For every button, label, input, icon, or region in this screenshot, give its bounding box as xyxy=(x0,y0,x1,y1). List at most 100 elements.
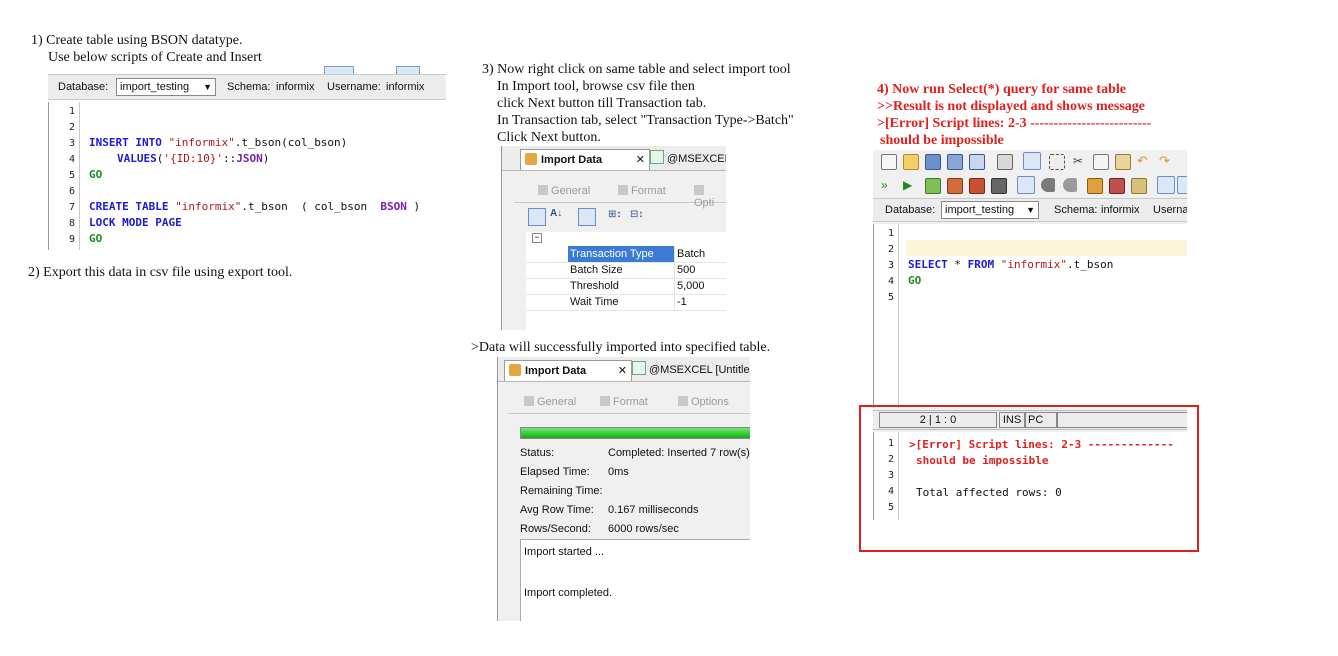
wizard-steps: General Format Opti xyxy=(514,182,726,209)
line-number: 2 xyxy=(68,122,75,133)
tab-msexcel[interactable]: @MSEXCEL | xyxy=(646,149,726,169)
next-statement-icon[interactable] xyxy=(1063,178,1077,192)
step-format[interactable]: Format xyxy=(600,396,648,408)
import-progress-bar xyxy=(520,427,750,439)
chevron-down-icon: ▼ xyxy=(1026,205,1035,215)
line-gutter: 1 2 3 4 5 xyxy=(874,432,899,520)
tab-msexcel[interactable]: @MSEXCEL [Untitled] xyxy=(628,360,750,380)
database-value: import_testing xyxy=(120,81,190,93)
database-select[interactable]: import_testing ▼ xyxy=(116,78,216,96)
step4-line-3: >[Error] Script lines: 2-3 -------------… xyxy=(877,116,1152,131)
bookmark-icon[interactable] xyxy=(1131,178,1147,194)
username-label: Username: xyxy=(327,81,381,93)
line-number: 3 xyxy=(887,470,894,481)
collapse-icon[interactable]: − xyxy=(532,233,542,243)
explain-icon[interactable] xyxy=(947,178,963,194)
connection-bar: Database: import_testing ▼ Schema: infor… xyxy=(48,74,446,100)
properties-icon[interactable] xyxy=(578,208,596,226)
step-general[interactable]: General xyxy=(524,396,576,408)
code-line-4: GO xyxy=(908,274,922,287)
print-icon[interactable] xyxy=(997,154,1013,170)
current-line-highlight xyxy=(906,240,1187,256)
code-area[interactable]: 1 2 3 4 5 6 7 8 9 INSERT INTO "informix"… xyxy=(48,102,447,250)
code-area[interactable]: 1 2 3 4 5 SELECT * FROM "informix".t_bso… xyxy=(873,224,1187,408)
property-grid: − Transaction Type Batch Batch Size 500 … xyxy=(526,232,726,330)
property-row[interactable]: Threshold 5,000 xyxy=(526,278,726,295)
line-number: 9 xyxy=(68,234,75,245)
tab-import-data[interactable]: Import Data ✕ xyxy=(520,149,650,170)
tab-label: @MSEXCEL [Untitled] xyxy=(649,364,750,376)
paste-icon[interactable] xyxy=(1115,154,1131,170)
username-value: informix xyxy=(386,81,425,93)
sql-string: '{ID:10}' xyxy=(163,152,223,165)
property-value[interactable]: -1 xyxy=(674,294,726,310)
line-number: 4 xyxy=(68,154,75,165)
options-icon xyxy=(678,396,688,406)
sort-az-icon[interactable]: A↓ xyxy=(550,208,562,219)
run-script-icon[interactable]: » xyxy=(881,178,895,192)
property-value[interactable]: 5,000 xyxy=(674,278,726,294)
step1-subtitle: Use below scripts of Create and Insert xyxy=(48,50,262,65)
collapse-all-icon[interactable]: ⊟↕ xyxy=(630,209,643,220)
line-number: 1 xyxy=(887,438,894,449)
save-icon[interactable] xyxy=(925,154,941,170)
comment-icon[interactable] xyxy=(1109,178,1125,194)
code-line-7: CREATE TABLE "informix".t_bson ( col_bso… xyxy=(89,200,420,213)
close-icon[interactable]: ✕ xyxy=(636,150,645,170)
database-select[interactable]: import_testing ▼ xyxy=(941,201,1039,219)
results-grid-icon[interactable] xyxy=(1157,176,1175,194)
close-icon[interactable]: ✕ xyxy=(618,361,627,381)
sql-editor-select: ✂ ↶ ↷ » ▶ Database: import_testing ▼ Sch… xyxy=(873,150,1187,520)
redo-icon[interactable]: ↷ xyxy=(1159,154,1173,168)
username-label: Userna xyxy=(1153,204,1187,216)
sql-text: * xyxy=(947,258,968,271)
stop-icon[interactable] xyxy=(991,178,1007,194)
open-folder-icon[interactable] xyxy=(903,154,919,170)
database-import-icon xyxy=(525,153,537,165)
schema-label: Schema: xyxy=(227,81,271,93)
property-row[interactable]: Transaction Type Batch xyxy=(526,246,726,263)
property-row[interactable]: Wait Time -1 xyxy=(526,294,726,311)
line-number: 1 xyxy=(887,228,894,239)
run-icon[interactable]: ▶ xyxy=(903,178,917,192)
tab-label: Import Data xyxy=(541,154,603,166)
undo-icon[interactable]: ↶ xyxy=(1137,154,1151,168)
explain-plan-icon[interactable] xyxy=(969,178,985,194)
line-number: 5 xyxy=(68,170,75,181)
step-options[interactable]: Options xyxy=(678,396,729,408)
select-icon[interactable] xyxy=(1049,154,1065,170)
tab-import-data[interactable]: Import Data ✕ xyxy=(504,360,632,381)
results-text-icon[interactable] xyxy=(1177,176,1187,194)
expand-all-icon[interactable]: ⊞↕ xyxy=(608,209,621,220)
page-setup-icon[interactable] xyxy=(1023,152,1041,170)
format-sql-icon[interactable] xyxy=(1087,178,1103,194)
auto-commit-icon[interactable] xyxy=(1017,176,1035,194)
save-as-icon[interactable] xyxy=(947,154,963,170)
line-number: 8 xyxy=(68,218,75,229)
categorized-icon[interactable] xyxy=(528,208,546,226)
connection-bar: Database: import_testing ▼ Schema: infor… xyxy=(873,198,1187,222)
output-affected-rows: Total affected rows: 0 xyxy=(916,486,1062,499)
step-label: Format xyxy=(631,185,666,197)
cut-icon[interactable]: ✂ xyxy=(1071,154,1085,168)
log-line: Import started ... xyxy=(524,546,605,558)
step-general[interactable]: General xyxy=(538,185,590,197)
run-current-icon[interactable] xyxy=(925,178,941,194)
stat-label-rows-second: Rows/Second: xyxy=(520,523,591,535)
property-value[interactable]: Batch xyxy=(674,246,726,262)
copy-icon[interactable] xyxy=(1093,154,1109,170)
insert-mode: INS xyxy=(999,412,1025,428)
save-all-icon[interactable] xyxy=(969,154,985,170)
property-value[interactable]: 500 xyxy=(674,262,726,278)
options-icon xyxy=(694,185,704,195)
spreadsheet-icon xyxy=(650,150,664,164)
prev-statement-icon[interactable] xyxy=(1041,178,1055,192)
step-label: Options xyxy=(691,396,729,408)
step-format[interactable]: Format xyxy=(618,185,666,197)
new-file-icon[interactable] xyxy=(881,154,897,170)
output-area[interactable]: 1 2 3 4 5 >[Error] Script lines: 2-3 ---… xyxy=(873,432,1187,520)
import-log[interactable]: Import started ... Import completed. xyxy=(520,539,750,621)
database-label: Database: xyxy=(885,204,936,216)
step2-text: 2) Export this data in csv file using ex… xyxy=(28,265,293,280)
property-row[interactable]: Batch Size 500 xyxy=(526,262,726,279)
